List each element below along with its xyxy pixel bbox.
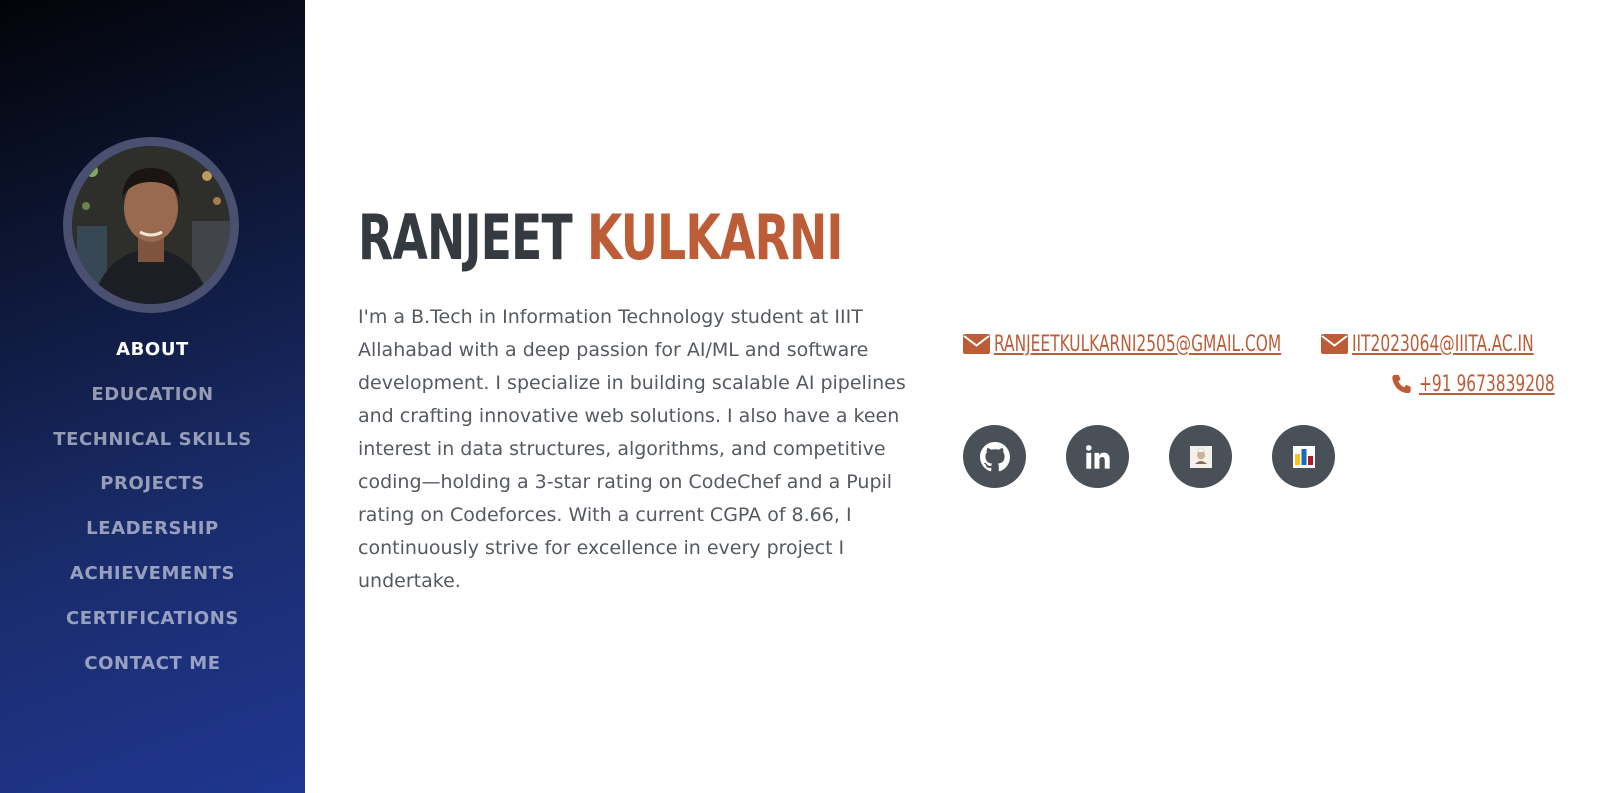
nav-item-achievements[interactable]: ACHIEVEMENTS [0, 560, 305, 605]
envelope-icon [963, 334, 990, 354]
about-section: RANJEET KULKARNI I'm a B.Tech in Informa… [305, 0, 1600, 793]
social-links [963, 425, 1375, 488]
contact-row-emails: RANJEETKULKARNI2505@GMAIL.COM IIT2023064… [963, 324, 1553, 364]
sidebar: ABOUT EDUCATION TECHNICAL SKILLS PROJECT… [0, 0, 305, 793]
codechef-link[interactable] [1169, 425, 1232, 488]
page-title: RANJEET KULKARNI [358, 196, 843, 280]
contact-row-phone: +91 9673839208 [963, 364, 1555, 404]
email-link-college[interactable]: IIT2023064@IIITA.AC.IN [1321, 332, 1553, 357]
codeforces-icon [1292, 445, 1315, 468]
nav-item-technical-skills[interactable]: TECHNICAL SKILLS [0, 426, 305, 471]
email-college-text: IIT2023064@IIITA.AC.IN [1352, 331, 1534, 357]
nav-item-education[interactable]: EDUCATION [0, 381, 305, 426]
nav-item-certifications[interactable]: CERTIFICATIONS [0, 605, 305, 650]
email-personal-text: RANJEETKULKARNI2505@GMAIL.COM [994, 331, 1282, 357]
github-link[interactable] [963, 425, 1026, 488]
envelope-icon [1321, 334, 1348, 354]
codechef-icon [1189, 445, 1212, 468]
profile-photo [72, 146, 230, 304]
phone-icon [1392, 374, 1411, 394]
nav-item-leadership[interactable]: LEADERSHIP [0, 515, 305, 560]
sidebar-nav: ABOUT EDUCATION TECHNICAL SKILLS PROJECT… [0, 336, 305, 694]
last-name: KULKARNI [586, 201, 843, 274]
nav-item-projects[interactable]: PROJECTS [0, 470, 305, 515]
codeforces-link[interactable] [1272, 425, 1335, 488]
bio-text: I'm a B.Tech in Information Technology s… [358, 306, 906, 592]
email-link-personal[interactable]: RANJEETKULKARNI2505@GMAIL.COM [963, 332, 1293, 357]
linkedin-link[interactable] [1066, 425, 1129, 488]
nav-item-about[interactable]: ABOUT [0, 336, 305, 381]
github-icon [979, 441, 1010, 471]
phone-link[interactable]: +91 9673839208 [1388, 371, 1555, 397]
first-name: RANJEET [358, 201, 573, 274]
nav-item-contact-me[interactable]: CONTACT ME [0, 650, 305, 695]
phone-text: +91 9673839208 [1419, 371, 1555, 397]
profile-avatar[interactable] [63, 137, 239, 313]
linkedin-icon [1085, 444, 1110, 469]
contact-info: RANJEETKULKARNI2505@GMAIL.COM IIT2023064… [963, 324, 1555, 404]
